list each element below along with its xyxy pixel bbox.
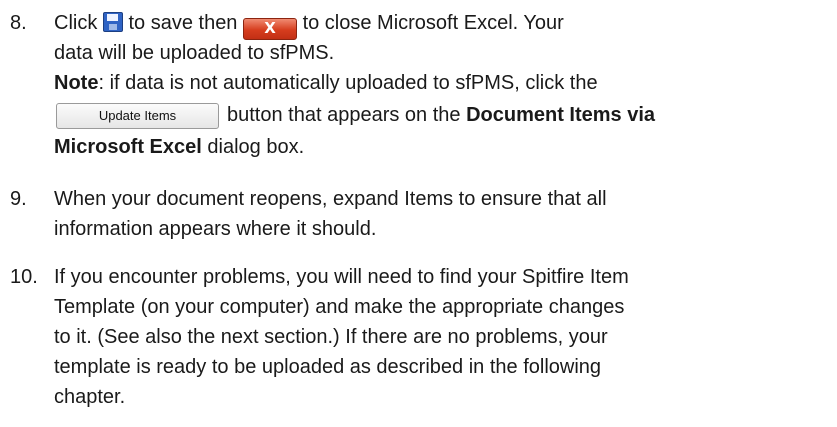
step-line: Update Items button that appears on the D… xyxy=(54,98,829,132)
step-line: Click to save then X to close Microsoft … xyxy=(54,8,829,40)
step-number: 8. xyxy=(10,12,27,34)
note-text: : if data is not automatically uploaded … xyxy=(98,72,598,94)
step-text: button that appears on the xyxy=(227,104,461,126)
step-number: 10. xyxy=(10,266,38,288)
instruction-page: 8. Click to save then X to close Microso… xyxy=(0,0,837,427)
step-body: Click to save then X to close Microsoft … xyxy=(54,8,829,162)
step-line: information appears where it should. xyxy=(54,218,377,240)
step-line: data will be uploaded to sfPMS. xyxy=(54,42,335,64)
step-text: Click xyxy=(54,12,98,34)
step-line: chapter. xyxy=(54,386,126,408)
step-line: template is ready to be uploaded as desc… xyxy=(54,356,602,378)
step-line: to it. (See also the next section.) If t… xyxy=(54,326,608,348)
step-text: dialog box. xyxy=(207,136,305,158)
update-items-button: Update Items xyxy=(56,102,219,129)
step-line: Microsoft Excel dialog box. xyxy=(54,132,829,162)
step-line: Note: if data is not automatically uploa… xyxy=(54,68,829,98)
close-x-icon: X xyxy=(243,18,297,40)
step-line: If you encounter problems, you will need… xyxy=(54,266,629,288)
step-number: 9. xyxy=(10,188,27,210)
step-line: When your document reopens, expand Items… xyxy=(54,188,607,210)
dialog-name: Document Items via xyxy=(466,104,656,126)
step-text: to save then xyxy=(128,12,238,34)
step-body: When your document reopens, expand Items… xyxy=(54,184,829,244)
step-body: If you encounter problems, you will need… xyxy=(54,262,829,412)
step-text: to close Microsoft Excel. Your xyxy=(302,12,564,34)
dialog-name: Microsoft Excel xyxy=(54,136,202,158)
save-icon xyxy=(102,12,123,32)
note-label: Note xyxy=(54,72,99,94)
step-line: Template (on your computer) and make the… xyxy=(54,296,625,318)
